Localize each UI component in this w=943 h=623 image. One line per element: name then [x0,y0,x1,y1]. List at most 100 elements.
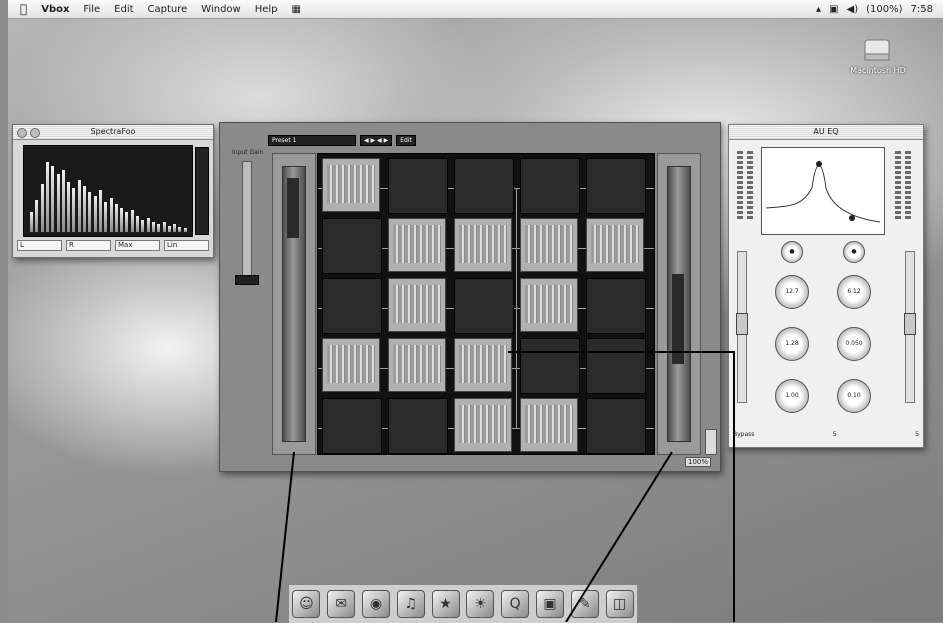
eq-output-slider-thumb[interactable] [904,313,916,335]
plugin-slot[interactable] [454,338,512,392]
eq-knob-freq1[interactable]: 12.7 [775,275,809,309]
trash-icon[interactable]: ◫ [605,590,634,618]
empty-slot[interactable] [586,278,646,334]
eq-band2-handle[interactable] [849,215,855,221]
battery-indicator[interactable]: (100%) [866,4,902,15]
output-meter [657,153,701,455]
empty-slot[interactable] [322,218,382,274]
wifi-icon[interactable]: ▴ [816,4,821,15]
plugin-face [327,165,375,203]
plugin-slot[interactable] [520,278,578,332]
menu-help[interactable]: Help [255,4,278,15]
plugin-slot[interactable] [388,218,446,272]
eq-knob-q2[interactable]: 0.10 [837,379,871,413]
plugin-face [459,405,507,443]
level-led [895,211,901,214]
eq-band1-handle[interactable] [816,161,822,167]
imovie-icon[interactable]: ★ [431,590,460,618]
eq-footer: Bypass 5 5 [733,431,919,438]
preview-icon[interactable]: ▣ [535,590,564,618]
transport-buttons[interactable]: ◀ ▶ ◀ ▶ [360,134,393,146]
empty-slot[interactable] [520,338,580,394]
level-led [737,186,743,189]
empty-slot[interactable] [322,278,382,334]
plugin-slot[interactable] [520,218,578,272]
preset-select[interactable]: Preset 1 [268,134,356,146]
hard-drive-icon[interactable] [862,38,892,64]
eq-titlebar[interactable]: AU EQ [729,125,923,140]
script-menu-icon[interactable]: ▦ [292,4,301,15]
empty-slot[interactable] [454,158,514,214]
clock[interactable]: 7:58 [911,4,933,15]
eq-input-slider-thumb[interactable] [736,313,748,335]
spectrum-field-right[interactable]: R [66,239,111,251]
level-led [737,216,743,219]
zoom-indicator[interactable]: 100% [685,457,712,467]
empty-slot[interactable] [322,398,382,454]
eq-knob-q1[interactable]: 1.00 [775,379,809,413]
spectrum-bar [72,188,76,232]
level-led [737,196,743,199]
plugin-slot[interactable] [322,158,380,212]
level-led [747,171,753,174]
hard-drive-label[interactable]: Macintosh HD [838,66,918,75]
pen-icon[interactable]: ✎ [570,590,599,618]
menu-file[interactable]: File [83,4,100,15]
plugin-slot[interactable] [322,338,380,392]
spectrum-bar [136,216,139,232]
empty-slot[interactable] [388,398,448,454]
eq-curve-graph[interactable] [761,147,885,235]
plugin-slot[interactable] [388,338,446,392]
input-gain-slider[interactable] [242,161,252,285]
edit-button[interactable]: Edit [396,134,416,146]
menu-app[interactable]: Vbox [41,4,69,15]
matrix-toolbar: Preset 1 ◀ ▶ ◀ ▶ Edit [268,134,416,146]
empty-slot[interactable] [586,398,646,454]
mail-icon[interactable]: ✉ [327,590,356,618]
spectrum-bar [173,224,177,232]
display-icon[interactable]: ▣ [829,4,838,15]
empty-slot[interactable] [454,278,514,334]
eq-band1-toggle[interactable]: ● [781,241,803,263]
finder-icon[interactable]: ☺ [292,590,321,618]
plugin-slot[interactable] [454,218,512,272]
menu-edit[interactable]: Edit [114,4,133,15]
eq-band2-toggle[interactable]: ● [843,241,865,263]
spectrum-bar [130,210,134,232]
quicktime-icon[interactable]: Q [501,590,530,618]
plugin-slot[interactable] [454,398,512,452]
spectrum-field-lin[interactable]: Lin [164,239,209,251]
safari-icon[interactable]: ◉ [361,590,390,618]
apple-menu-icon[interactable]:  [20,2,27,16]
volume-icon[interactable]: ◀) [847,4,859,15]
iphoto-icon[interactable]: ☀ [466,590,495,618]
spectrum-titlebar[interactable]: SpectraFoo [13,125,213,140]
menu-window[interactable]: Window [201,4,240,15]
matrix-scroll-control[interactable] [705,429,717,455]
empty-slot[interactable] [520,158,580,214]
spectrum-field-left[interactable]: L [17,239,62,251]
menu-capture[interactable]: Capture [148,4,188,15]
empty-slot[interactable] [586,158,646,214]
close-button[interactable] [17,128,27,138]
plugin-slot[interactable] [520,398,578,452]
eq-bypass-button[interactable]: Bypass [733,431,754,438]
plugin-slot[interactable] [388,278,446,332]
level-led [905,206,911,209]
minimize-button[interactable] [30,128,40,138]
itunes-icon[interactable]: ♫ [396,590,425,618]
level-led [895,216,901,219]
empty-slot[interactable] [388,158,448,214]
level-led [905,186,911,189]
level-led [905,196,911,199]
eq-knob-gain2[interactable]: 0.050 [837,327,871,361]
spectrum-field-max[interactable]: Max [115,239,160,251]
spectrum-bar [30,212,33,232]
spectrum-bar [45,162,49,232]
level-led [905,216,911,219]
input-gain-thumb[interactable] [235,275,259,285]
plugin-slot[interactable] [586,218,644,272]
eq-knob-gain1[interactable]: 1.28 [775,327,809,361]
empty-slot[interactable] [586,338,646,394]
eq-knob-freq2[interactable]: 6.12 [837,275,871,309]
